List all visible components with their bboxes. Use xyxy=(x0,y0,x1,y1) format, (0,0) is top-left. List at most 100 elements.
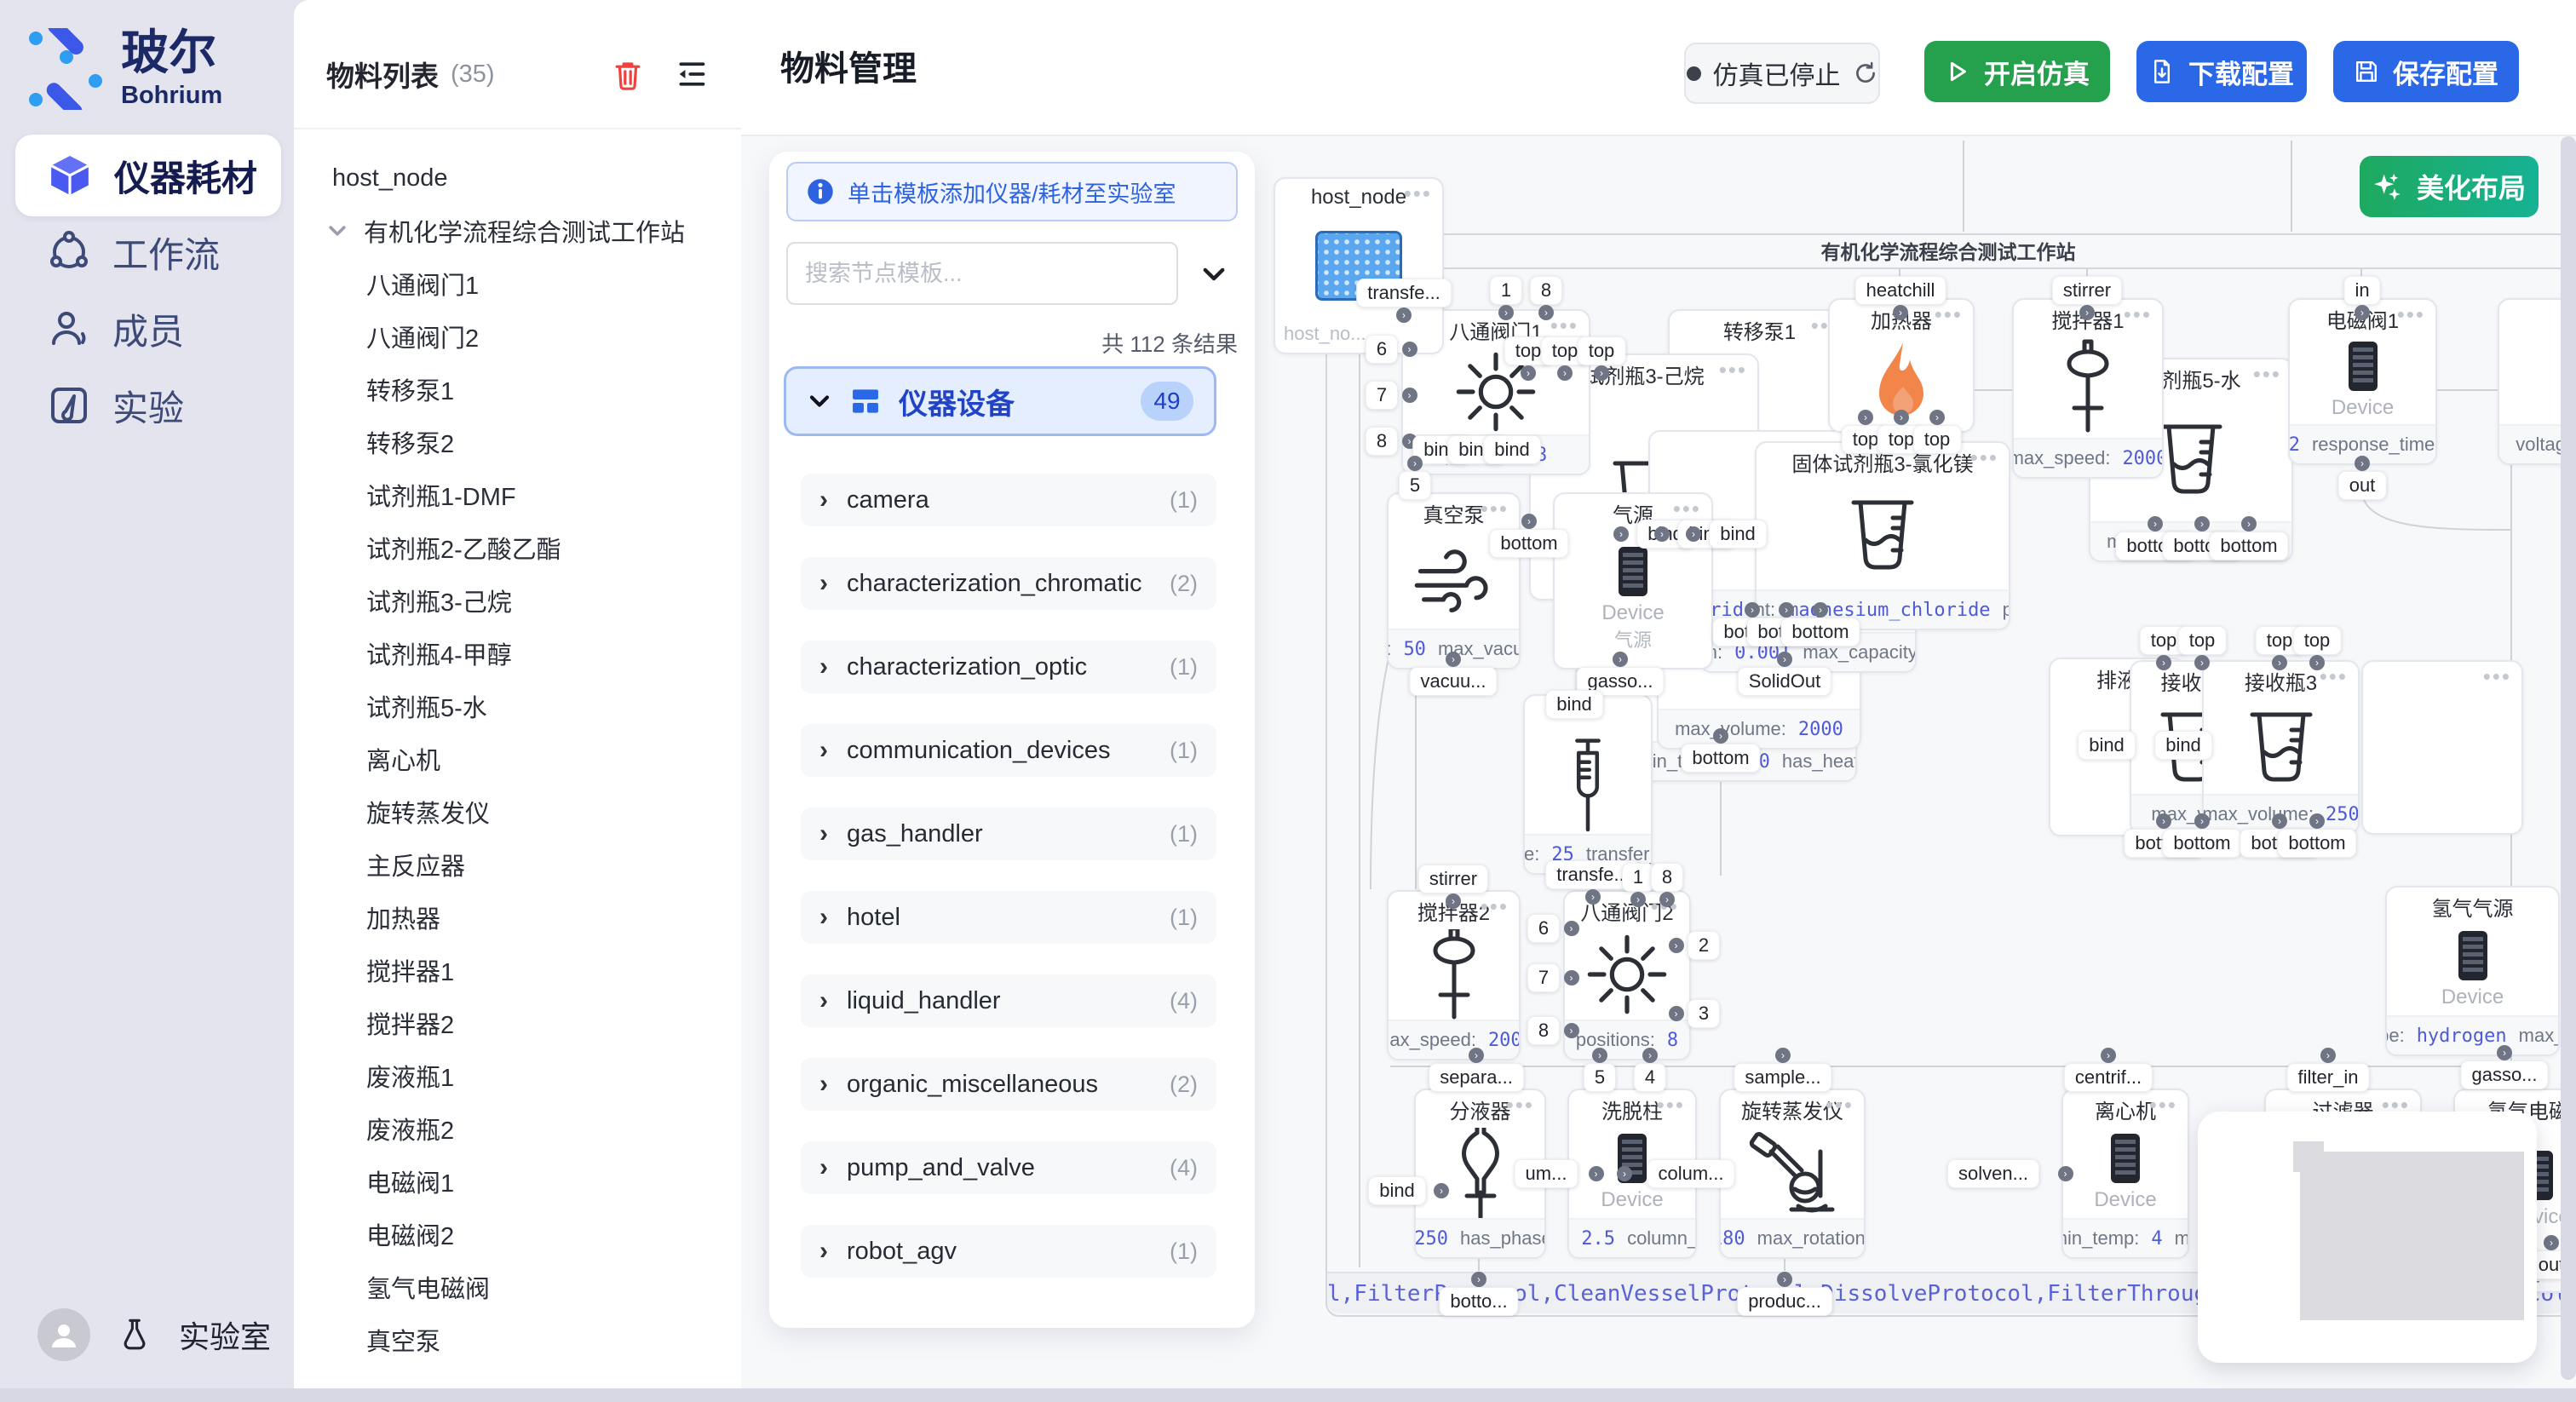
port-top[interactable]: top xyxy=(2293,626,2342,655)
port-bottom[interactable]: bottom xyxy=(1489,529,1568,558)
port-connector-dot[interactable]: › xyxy=(1813,602,1828,618)
port-6[interactable]: 6 xyxy=(1527,914,1560,943)
node-固体试剂瓶3-氯化镁[interactable]: 固体试剂瓶3-氯化镁•••agent:magnesium_chloridephy… xyxy=(1755,441,2010,630)
port-7[interactable]: 7 xyxy=(1366,381,1398,410)
avatar[interactable] xyxy=(37,1308,90,1361)
port-6[interactable]: 6 xyxy=(1366,335,1398,364)
category-row-hotel[interactable]: ›hotel(1) xyxy=(801,891,1216,944)
port-colum[interactable]: colum... xyxy=(1647,1159,1734,1188)
port-connector-dot[interactable]: › xyxy=(1538,305,1554,320)
node-menu-icon[interactable]: ••• xyxy=(2124,302,2152,328)
port-connector-dot[interactable]: › xyxy=(1471,1272,1486,1287)
port-3[interactable]: 3 xyxy=(1688,999,1720,1028)
port-4[interactable]: 4 xyxy=(1634,1063,1666,1092)
port-connector-dot[interactable]: › xyxy=(1589,1166,1604,1181)
node-menu-icon[interactable]: ••• xyxy=(1935,302,1963,328)
port-connector-dot[interactable]: › xyxy=(2241,516,2257,531)
node-menu-icon[interactable]: ••• xyxy=(2149,1092,2177,1118)
tree-item[interactable]: 八通阀门2 xyxy=(294,310,741,363)
tree-item[interactable]: 旋转蒸发仪 xyxy=(294,785,741,838)
port-top[interactable]: top xyxy=(1578,336,1626,365)
category-row-organic_miscellaneous[interactable]: ›organic_miscellaneous(2) xyxy=(801,1058,1216,1111)
node-menu-icon[interactable]: ••• xyxy=(1719,357,1747,383)
port-connector-dot[interactable]: › xyxy=(1893,305,1908,320)
port-stirrer[interactable]: stirrer xyxy=(1418,865,1488,893)
port-connector-dot[interactable]: › xyxy=(2156,655,2171,670)
node-menu-icon[interactable]: ••• xyxy=(1404,181,1432,207)
port-connector-dot[interactable]: › xyxy=(2320,1048,2336,1063)
port-2[interactable]: 2 xyxy=(1688,931,1720,960)
port-connector-dot[interactable]: › xyxy=(1669,1006,1684,1021)
node-host_node[interactable]: host_node•••host_no... xyxy=(1274,177,1444,354)
port-connector-dot[interactable]: › xyxy=(2497,1045,2512,1060)
port-connector-dot[interactable]: › xyxy=(1713,728,1728,744)
node-离心机[interactable]: 离心机•••Device:40min_temp:4max_spe xyxy=(2061,1089,2189,1259)
port-connector-dot[interactable]: › xyxy=(1929,410,1945,425)
port-connector-dot[interactable]: › xyxy=(1446,652,1461,667)
node-menu-icon[interactable]: ••• xyxy=(1506,1092,1534,1118)
port-connector-dot[interactable]: › xyxy=(1779,602,1794,618)
port-heatchill[interactable]: heatchill xyxy=(1855,276,1946,305)
port-produc[interactable]: produc... xyxy=(1737,1287,1832,1316)
tree-item[interactable]: 电磁阀2 xyxy=(294,1208,741,1261)
port-bottom[interactable]: bottom xyxy=(1681,744,1760,773)
port-connector-dot[interactable]: › xyxy=(2101,1048,2116,1063)
tree-item[interactable]: 真空泵 xyxy=(294,1313,741,1366)
port-connector-dot[interactable]: › xyxy=(1686,526,1701,542)
port-connector-dot[interactable]: › xyxy=(2194,813,2210,829)
node-menu-icon[interactable]: ••• xyxy=(1550,313,1578,339)
node-搅拌器1[interactable]: 搅拌器1•••max_speed:2000 xyxy=(2012,298,2164,479)
node-旋转蒸发仪[interactable]: 旋转蒸发仪•••temp:180max_rotation_speed: xyxy=(1719,1089,1866,1259)
save-config-button[interactable]: 保存配置 xyxy=(2333,41,2519,102)
port-connector-dot[interactable]: › xyxy=(1557,365,1573,381)
port-SolidOut[interactable]: SolidOut xyxy=(1738,667,1831,696)
sidebar-footer[interactable]: 实验室 xyxy=(37,1307,276,1363)
node-menu-icon[interactable]: ••• xyxy=(1481,496,1509,522)
port-connector-dot[interactable]: › xyxy=(1777,1272,1792,1287)
port-bind[interactable]: bind xyxy=(1483,435,1541,464)
port-connector-dot[interactable]: › xyxy=(1469,1048,1484,1063)
port-connector-dot[interactable]: › xyxy=(1564,970,1579,985)
node-电磁阀1[interactable]: 电磁阀1•••Devicege:12response_time:0.1 xyxy=(2288,298,2437,465)
port-5[interactable]: 5 xyxy=(1399,471,1431,500)
port-connector-dot[interactable]: › xyxy=(2194,516,2210,531)
sidebar-item-3[interactable]: 成员 xyxy=(15,288,281,370)
port-connector-dot[interactable]: › xyxy=(1594,365,1609,381)
tree-item[interactable]: 试剂瓶4-甲醇 xyxy=(294,627,741,680)
port-out[interactable]: out xyxy=(2338,471,2387,500)
tree-item[interactable]: 加热器 xyxy=(294,891,741,944)
port-1[interactable]: 1 xyxy=(1490,276,1522,305)
node-menu-icon[interactable]: ••• xyxy=(1970,445,1998,471)
tree-item[interactable]: 主反应器 xyxy=(294,838,741,891)
port-connector-dot[interactable]: › xyxy=(2058,1166,2073,1181)
tree-item[interactable]: 试剂瓶5-水 xyxy=(294,680,741,733)
port-connector-dot[interactable]: › xyxy=(2544,1235,2559,1250)
port-connector-dot[interactable]: › xyxy=(1617,1166,1632,1181)
search-input[interactable] xyxy=(786,242,1178,305)
port-connector-dot[interactable]: › xyxy=(1613,652,1628,667)
port-8[interactable]: 8 xyxy=(1530,276,1562,305)
port-connector-dot[interactable]: › xyxy=(2156,813,2171,829)
vertical-scrollbar[interactable] xyxy=(2561,136,2576,1380)
tree-item-group[interactable]: 有机化学流程综合测试工作站 xyxy=(294,204,741,257)
port-connector-dot[interactable]: › xyxy=(1564,1023,1579,1038)
node-card[interactable]: ••• xyxy=(2361,660,2523,835)
beautify-layout-button[interactable]: 美化布局 xyxy=(2360,156,2539,217)
category-row-characterization_optic[interactable]: ›characterization_optic(1) xyxy=(801,641,1216,693)
port-bind[interactable]: bind xyxy=(2154,731,2212,760)
refresh-icon[interactable] xyxy=(1853,60,1878,86)
port-connector-dot[interactable]: › xyxy=(1613,526,1629,542)
category-row-gas_handler[interactable]: ›gas_handler(1) xyxy=(801,807,1216,860)
tree-item[interactable]: 搅拌器2 xyxy=(294,997,741,1049)
port-bind[interactable]: bind xyxy=(1545,690,1603,719)
port-sample[interactable]: sample... xyxy=(1734,1063,1831,1092)
tree-item[interactable]: 试剂瓶2-乙酸乙酯 xyxy=(294,521,741,574)
tree-item[interactable]: 转移泵1 xyxy=(294,363,741,416)
tree-item[interactable]: 八通阀门1 xyxy=(294,257,741,310)
port-1[interactable]: 1 xyxy=(1622,863,1654,892)
node-真空泵[interactable]: 真空泵•••ump_rate:50max_vacuum:0.1 xyxy=(1387,492,1521,669)
port-connector-dot[interactable]: › xyxy=(1564,921,1579,936)
category-row-robot_agv[interactable]: ›robot_agv(1) xyxy=(801,1225,1216,1278)
port-connector-dot[interactable]: › xyxy=(1777,652,1792,667)
port-um[interactable]: um... xyxy=(1515,1159,1578,1188)
